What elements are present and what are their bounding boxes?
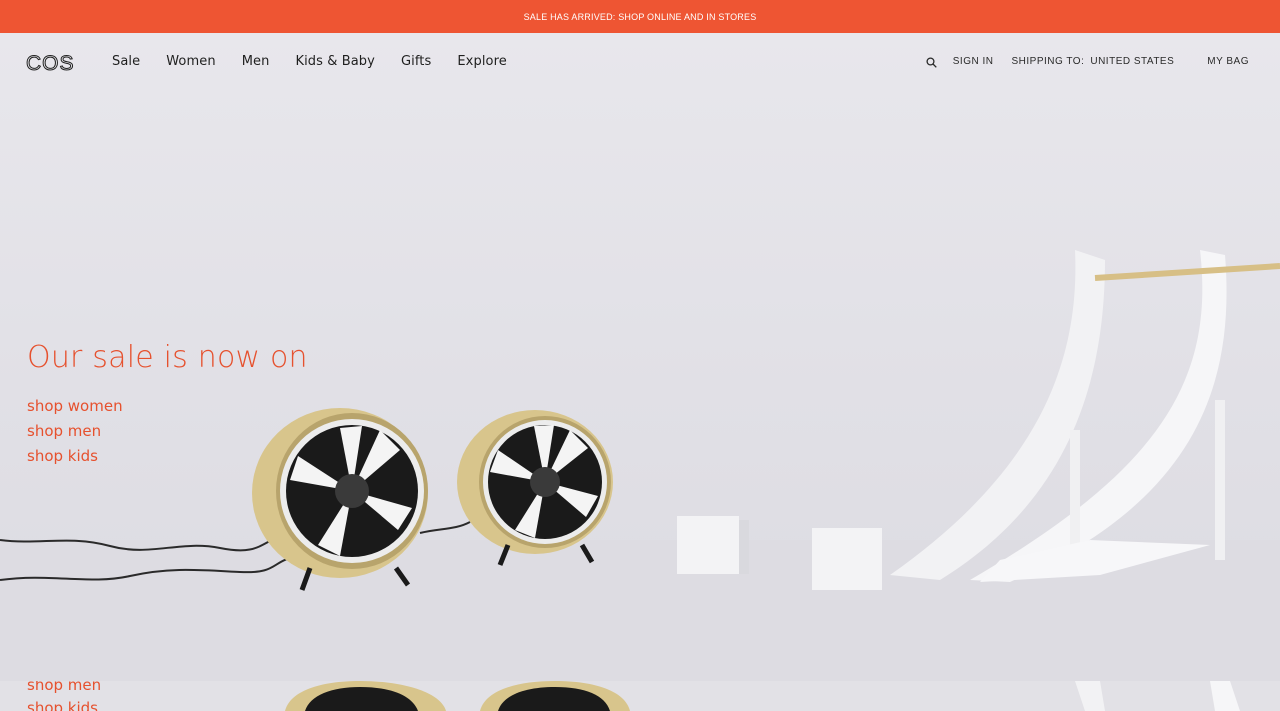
nav-item-gifts[interactable]: Gifts	[401, 54, 431, 70]
peek-shop-men-link[interactable]: shop men	[27, 681, 101, 697]
main-nav: Sale Women Men Kids & Baby Gifts Explore	[112, 54, 533, 70]
shop-women-link[interactable]: shop women	[27, 394, 123, 419]
nav-item-women[interactable]: Women	[166, 54, 215, 70]
peek-shop-kids-link[interactable]: shop kids	[27, 697, 101, 711]
svg-text:COS: COS	[26, 53, 75, 73]
cos-logo[interactable]: COS	[26, 53, 82, 73]
hero-title: Our sale is now on	[27, 340, 308, 375]
nav-item-sale[interactable]: Sale	[112, 54, 140, 70]
shop-men-link[interactable]: shop men	[27, 419, 123, 444]
hero-links: shop women shop men shop kids	[27, 394, 123, 469]
next-slide-image	[285, 681, 1240, 711]
utility-nav: SIGN IN SHIPPING TO: UNITED STATES MY BA…	[926, 56, 1249, 68]
shop-kids-link[interactable]: shop kids	[27, 444, 123, 469]
nav-item-kids-baby[interactable]: Kids & Baby	[295, 54, 375, 70]
peek-links: shop men shop kids	[27, 681, 101, 711]
nav-item-explore[interactable]: Explore	[457, 54, 506, 70]
shipping-country[interactable]: UNITED STATES	[1090, 56, 1174, 68]
promo-text[interactable]: SALE HAS ARRIVED: SHOP ONLINE AND IN STO…	[524, 12, 757, 22]
shipping-label[interactable]: SHIPPING TO:	[1011, 56, 1084, 68]
promo-banner[interactable]: SALE HAS ARRIVED: SHOP ONLINE AND IN STO…	[0, 0, 1280, 33]
search-icon[interactable]	[926, 56, 937, 68]
next-slide-peek: shop men shop kids	[0, 681, 1280, 711]
nav-item-men[interactable]: Men	[242, 54, 270, 70]
site-header: COS Sale Women Men Kids & Baby Gifts Exp…	[0, 33, 1280, 91]
my-bag-link[interactable]: MY BAG	[1207, 56, 1249, 68]
sign-in-link[interactable]: SIGN IN	[953, 56, 994, 68]
